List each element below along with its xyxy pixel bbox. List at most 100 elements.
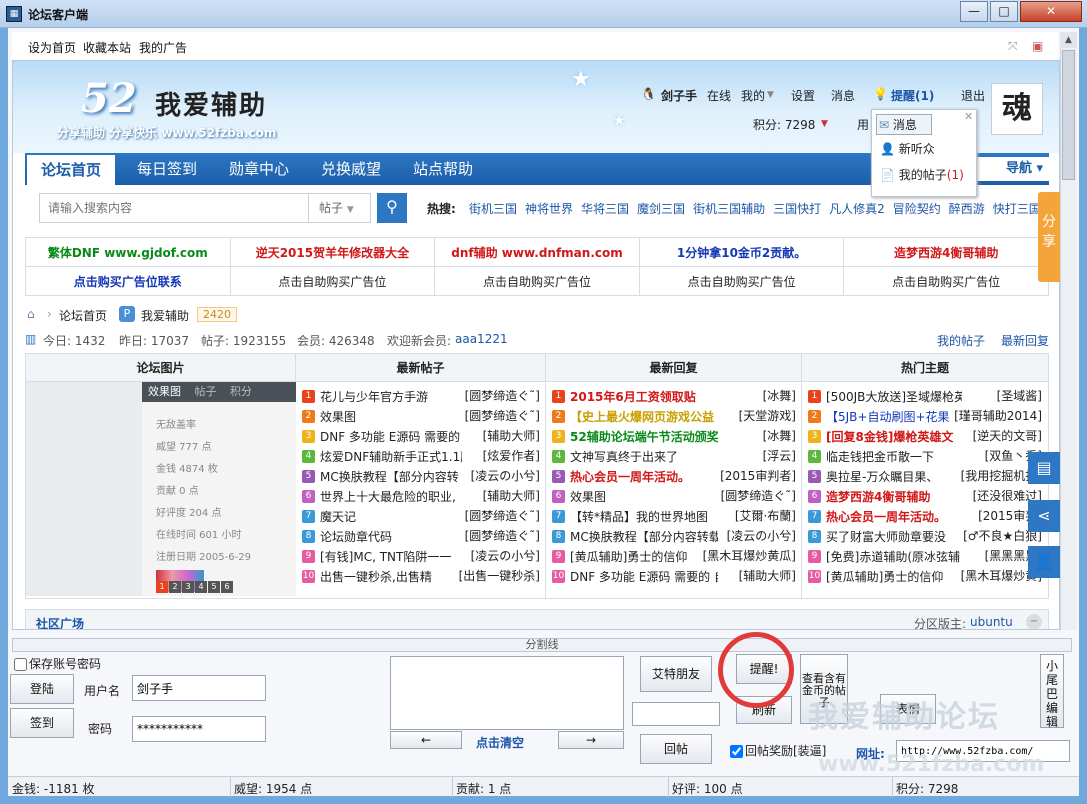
reply-button[interactable]: 回帖 (640, 734, 712, 764)
slide-dot[interactable]: 5 (208, 581, 220, 593)
next-button[interactable]: → (558, 731, 624, 749)
topic-author[interactable]: [艾爾·布蘭] (735, 506, 796, 526)
popup-item-my-posts[interactable]: 📄 我的帖子(1) (880, 166, 964, 183)
topic-author[interactable]: [浮云] (763, 446, 796, 466)
hot-link[interactable]: 三国快打 (773, 202, 821, 216)
hot-link[interactable]: 街机三国辅助 (693, 202, 765, 216)
topic-title[interactable]: 奥拉星-万众瞩目果、 (826, 467, 962, 487)
topic-title[interactable]: 热心会员一周年活动。 (570, 467, 718, 487)
topic-title[interactable]: 52辅助论坛端午节活动颁奖 (570, 427, 718, 447)
ad-cell[interactable]: 点击自助购买广告位 (229, 266, 436, 296)
home-icon[interactable]: ⌂ (27, 307, 35, 321)
new-member-link[interactable]: aaa1221 (455, 332, 508, 346)
topic-author[interactable]: [圆梦缔造ぐ˜] (465, 506, 540, 526)
topic-row[interactable]: 10 DNF 多功能 E源码 需要的 自 [辅助大师] (552, 566, 798, 586)
hot-link[interactable]: 冒险契约 (893, 202, 941, 216)
search-input[interactable] (39, 193, 309, 223)
breadcrumb-forum[interactable]: 我爱辅助 (141, 307, 189, 324)
logout-link[interactable]: 退出 (961, 87, 985, 104)
tab-daily-signin[interactable]: 每日签到 (121, 153, 213, 185)
checkbox[interactable] (14, 658, 27, 671)
latest-replies-link[interactable]: 最新回复 (1001, 332, 1049, 349)
topic-row[interactable]: 4 临走钱把金币散一下 [双鱼丶乔] (808, 446, 1044, 466)
customer-service-icon[interactable]: 👤 (1028, 546, 1060, 578)
topic-author[interactable]: [辅助大师] (739, 566, 796, 586)
topic-row[interactable]: 3 DNF 多功能 E源码 需要的 [辅助大师] (302, 426, 542, 446)
tab-forum-home[interactable]: 论坛首页 (27, 155, 115, 185)
hot-link[interactable]: 华将三国 (581, 202, 629, 216)
slide-dot[interactable]: 1 (156, 581, 168, 593)
breadcrumb-home[interactable]: 论坛首页 (59, 307, 107, 324)
topic-author[interactable]: [圆梦缔造ぐ˜] (721, 486, 796, 506)
clear-link[interactable]: 点击清空 (476, 734, 524, 751)
topic-row[interactable]: 8 论坛勋章代码 [圆梦缔造ぐ˜] (302, 526, 542, 546)
topic-row[interactable]: 6 效果图 [圆梦缔造ぐ˜] (552, 486, 798, 506)
pic-tab[interactable]: 帖子 (195, 385, 217, 398)
messages-link[interactable]: 消息 (831, 87, 855, 104)
pic-tab[interactable]: 效果图 (144, 385, 185, 398)
share-network-icon[interactable]: ⋖ (1028, 500, 1060, 532)
moderator-link[interactable]: ubuntu (970, 615, 1013, 629)
reply-reward-checkbox[interactable]: 回帖奖励[装逼] (730, 742, 826, 759)
tab-site-help[interactable]: 站点帮助 (397, 153, 489, 185)
slide-dot[interactable]: 3 (182, 581, 194, 593)
hot-link[interactable]: 街机三国 (469, 202, 517, 216)
share-tab[interactable]: 分享 (1038, 192, 1060, 282)
topic-title[interactable]: 热心会员一周年活动。 (826, 507, 962, 527)
ad-cell[interactable]: 点击购买广告位联系 (25, 266, 231, 296)
reply-textarea[interactable] (390, 656, 624, 730)
topic-title[interactable]: DNF 多功能 E源码 需要的 (320, 427, 462, 447)
ad-cell[interactable]: 繁体DNF www.gjdof.com (25, 237, 231, 267)
save-password-checkbox[interactable]: 保存账号密码 (14, 655, 101, 672)
topic-author[interactable]: [凌云の小兮] (471, 466, 540, 486)
my-ads-link[interactable]: 我的广告 (139, 39, 187, 56)
forum-image-slideshow[interactable]: 效果图 帖子 积分 无敌盖率 威望 777 点 金钱 4874 枚 贡献 0 点… (26, 382, 296, 596)
topic-row[interactable]: 8 MC换肤教程【部分内容转载 [凌云の小兮] (552, 526, 798, 546)
password-field[interactable] (132, 716, 266, 742)
ad-cell[interactable]: dnf辅助 www.dnfman.com (434, 237, 640, 267)
login-button[interactable]: 登陆 (10, 674, 74, 704)
my-posts-link[interactable]: 我的帖子 (937, 332, 985, 349)
topic-title[interactable]: [黄瓜辅助]勇士的信仰 (570, 547, 718, 567)
topic-row[interactable]: 6 世界上十大最危险的职业, [辅助大师] (302, 486, 542, 506)
topic-row[interactable]: 4 炫爱DNF辅助新手正式1.1版 [炫爱作者] (302, 446, 542, 466)
topic-author[interactable]: [圆梦缔造ぐ˜] (465, 386, 540, 406)
ad-cell[interactable]: 点击自助购买广告位 (638, 266, 845, 296)
scrollbar-thumb[interactable] (1062, 50, 1075, 180)
topic-row[interactable]: 1 花儿与少年官方手游 [圆梦缔造ぐ˜] (302, 386, 542, 406)
ad-cell[interactable]: 造梦西游4衡哥辅助 (843, 237, 1049, 267)
topic-row[interactable]: 1 [500JB大放送]圣域爆枪英雄辅 [圣域酱] (808, 386, 1044, 406)
prev-button[interactable]: ← (390, 731, 462, 749)
username-link[interactable]: 剑子手 (661, 87, 697, 104)
skin-icon[interactable]: ▣ (1032, 39, 1043, 53)
topic-author[interactable]: [圆梦缔造ぐ˜] (465, 526, 540, 546)
topic-title[interactable]: MC换肤教程【部分内容转载 (570, 527, 718, 547)
hot-link[interactable]: 魔剑三国 (637, 202, 685, 216)
topic-author[interactable]: [凌云の小兮] (471, 546, 540, 566)
ad-cell[interactable]: 1分钟拿10金币2贡献。 (638, 237, 845, 267)
topic-title[interactable]: 出售一键秒杀,出售精 (320, 567, 462, 587)
topic-row[interactable]: 3 [回复8金钱]爆枪英雄文 [逆天的文哥] (808, 426, 1044, 446)
hot-link[interactable]: 醉西游 (949, 202, 985, 216)
topic-row[interactable]: 7 魔天记 [圆梦缔造ぐ˜] (302, 506, 542, 526)
topic-row[interactable]: 4 文神写真终于出来了 [浮云] (552, 446, 798, 466)
topic-author[interactable]: [冰舞] (763, 386, 796, 406)
splitter-label[interactable]: 分割线 (12, 638, 1072, 652)
signin-button[interactable]: 签到 (10, 708, 74, 738)
topic-row[interactable]: 8 买了财富大师勋章要没 [♂不良★白狼] (808, 526, 1044, 546)
topic-author[interactable]: [辅助大师] (483, 426, 540, 446)
topic-row[interactable]: 5 奥拉星-万众瞩目果、 [我用挖掘机打] (808, 466, 1044, 486)
topic-row[interactable]: 9 [黄瓜辅助]勇士的信仰 [黑木耳爆炒黄瓜] (552, 546, 798, 566)
maximize-button[interactable]: □ (990, 1, 1018, 22)
ad-cell[interactable]: 逆天2015贺羊年修改器大全 (229, 237, 436, 267)
topic-author[interactable]: [圣域酱] (997, 386, 1042, 406)
topic-author[interactable]: [圆梦缔造ぐ˜] (465, 406, 540, 426)
slide-dot[interactable]: 4 (195, 581, 207, 593)
topic-title[interactable]: 临走钱把金币散一下 (826, 447, 962, 467)
topic-title[interactable]: 文神写真终于出来了 (570, 447, 718, 467)
settings-link[interactable]: 设置 (791, 87, 815, 104)
scroll-up-icon[interactable]: ▲ (1060, 32, 1077, 48)
topic-author[interactable]: [瑾哥辅助2014] (954, 406, 1042, 426)
close-button[interactable]: ✕ (1020, 1, 1082, 22)
community-title[interactable]: 社区广场 (36, 615, 84, 629)
